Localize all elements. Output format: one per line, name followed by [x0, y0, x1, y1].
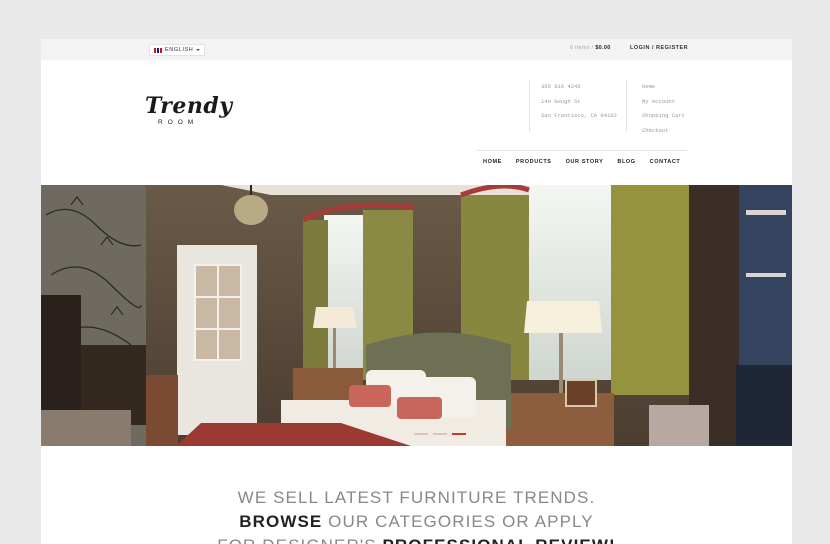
link-my-account[interactable]: My Account	[642, 95, 685, 110]
uk-flag-icon	[154, 47, 162, 53]
nav-products[interactable]: PRODUCTS	[516, 151, 552, 174]
hero-slider[interactable]	[41, 185, 792, 446]
nav-blog[interactable]: BLOG	[617, 151, 635, 174]
contact-info: 365 916 4245 149 Gough St San Francisco,…	[529, 80, 627, 132]
link-checkout[interactable]: Checkout	[642, 124, 685, 139]
bedroom-hero-image	[41, 185, 792, 446]
tagline-line-2-rest: OUR CATEGORIES OR APPLY	[322, 512, 594, 531]
logo-script: Trendy	[145, 93, 233, 119]
site-header: Trendy ROOM 365 916 4245 149 Gough St Sa…	[41, 60, 792, 173]
cart-total: $0.00	[595, 45, 611, 51]
chevron-down-icon	[196, 49, 201, 51]
cart-items-count: 0 items /	[570, 45, 594, 51]
tagline-line-1: WE SELL LATEST FURNITURE TRENDS.	[237, 488, 596, 507]
link-shopping-cart[interactable]: Shopping Cart	[642, 109, 685, 124]
nav-our-story[interactable]: OUR STORY	[566, 151, 604, 174]
tagline-bold-review: PROFESSIONAL REVIEW!	[382, 536, 615, 544]
language-selector[interactable]: ENGLISH	[149, 44, 206, 56]
tagline-line-3: FOR DESIGNER'S PROFESSIONAL REVIEW!	[41, 534, 792, 544]
mini-cart[interactable]: 0 items / $0.00	[570, 45, 611, 51]
slider-dot-2[interactable]	[433, 433, 447, 435]
tagline-line-3-start: FOR DESIGNER'S	[217, 536, 382, 544]
logo-subtitle: ROOM	[158, 119, 199, 126]
quick-links: Home My Account Shopping Cart Checkout	[642, 80, 685, 138]
login-register-link[interactable]: LOGIN / REGISTER	[630, 45, 688, 51]
contact-street: 149 Gough St	[541, 97, 581, 105]
link-home[interactable]: Home	[642, 80, 685, 95]
contact-phone: 365 916 4245	[541, 83, 581, 90]
slider-dot-3-active[interactable]	[452, 433, 466, 435]
top-bar: ENGLISH 0 items / $0.00 LOGIN / REGISTER	[41, 39, 792, 60]
slider-dot-1[interactable]	[414, 433, 428, 435]
nav-home[interactable]: HOME	[483, 151, 502, 174]
main-navigation: HOME PRODUCTS OUR STORY BLOG CONTACT	[476, 150, 687, 174]
tagline-line-2: BROWSE OUR CATEGORIES OR APPLY	[41, 510, 792, 534]
nav-contact[interactable]: CONTACT	[650, 151, 681, 174]
tagline: WE SELL LATEST FURNITURE TRENDS. BROWSE …	[41, 486, 792, 544]
tagline-bold-browse: BROWSE	[239, 512, 323, 531]
language-label: ENGLISH	[165, 47, 194, 53]
page-container: ENGLISH 0 items / $0.00 LOGIN / REGISTER…	[41, 39, 792, 544]
site-logo[interactable]: Trendy ROOM	[145, 95, 235, 140]
contact-city: San Francisco, CA 94102	[541, 112, 617, 119]
